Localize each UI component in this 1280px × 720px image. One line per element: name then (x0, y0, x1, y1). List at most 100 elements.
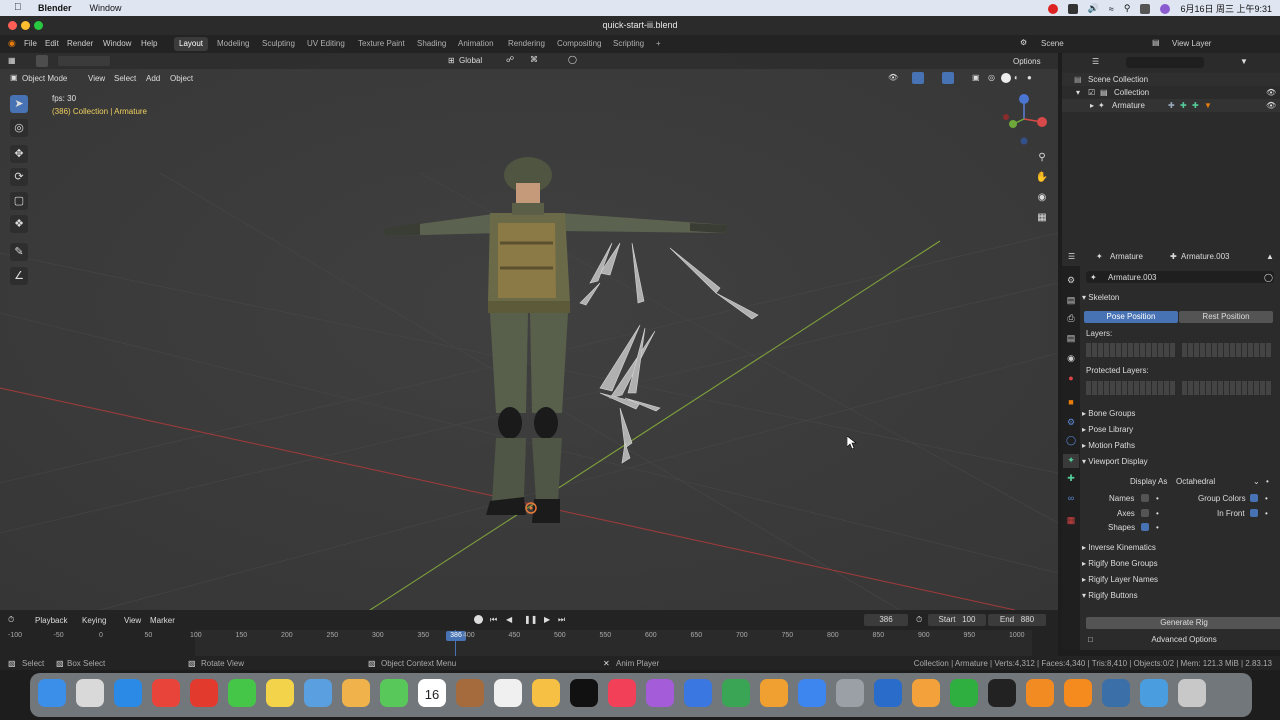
xray-toggle-icon[interactable]: ▣ (972, 73, 980, 82)
record-icon[interactable] (1047, 3, 1058, 14)
perspective-toggle-icon[interactable]: ▦ (1033, 209, 1051, 227)
bone-tab-icon[interactable]: ✚ (1065, 472, 1077, 484)
tab-compositing[interactable]: Compositing (552, 37, 606, 51)
current-frame-field[interactable]: 386 (864, 614, 908, 626)
dock-app-icon[interactable] (798, 679, 826, 707)
dock-app-icon[interactable] (646, 679, 674, 707)
dock-app-icon[interactable] (874, 679, 902, 707)
outliner-row-armature[interactable]: ▸ ✦ Armature ✚ ✚ ✚ ▼ 👁 (1062, 99, 1280, 112)
outliner-search-input[interactable] (1126, 57, 1204, 68)
shading-material-icon[interactable]: ◐ (1014, 73, 1019, 82)
apple-icon[interactable]:  (14, 2, 22, 13)
viewport-menu-select[interactable]: Select (114, 74, 136, 83)
control-center-icon[interactable] (1140, 3, 1151, 14)
dock-app-icon[interactable] (152, 679, 180, 707)
minimize-button[interactable] (21, 21, 30, 30)
menubar-window[interactable]: Window (90, 3, 122, 13)
scene-selector[interactable]: Scene (1041, 39, 1064, 48)
menubar-app-name[interactable]: Blender (38, 3, 72, 13)
search-icon[interactable]: ⚲ (1124, 3, 1131, 14)
dock-app-icon[interactable] (912, 679, 940, 707)
view-layer-icon[interactable]: ▤ (1152, 38, 1160, 47)
expand-arrow-icon[interactable]: ▾ (1076, 88, 1080, 97)
outliner-editor-icon[interactable]: ☰ (1092, 57, 1099, 66)
wifi-icon[interactable]: ≈ (1109, 4, 1114, 14)
pivot-icon[interactable]: ☍ (506, 55, 514, 64)
siri-icon[interactable] (1160, 3, 1171, 14)
dock-app-icon[interactable] (836, 679, 864, 707)
dock-app-icon[interactable] (608, 679, 636, 707)
expand-arrow-icon[interactable]: ▸ (1090, 101, 1094, 110)
timeline-menu-marker[interactable]: Marker (150, 616, 175, 625)
viewport-menu-add[interactable]: Add (146, 74, 160, 83)
names-checkbox[interactable] (1141, 494, 1149, 502)
properties-context-label[interactable]: Armature (1110, 252, 1143, 261)
menu-help[interactable]: Help (141, 39, 157, 48)
in-front-checkbox[interactable] (1250, 509, 1258, 517)
motion-paths-panel-header[interactable]: ▸ Motion Paths (1082, 438, 1278, 453)
pose-position-button[interactable]: Pose Position (1084, 311, 1178, 323)
jump-start-icon[interactable]: ⏮ (490, 615, 497, 625)
select-mode-icon[interactable] (36, 55, 48, 67)
pose-library-panel-header[interactable]: ▸ Pose Library (1082, 422, 1278, 437)
transform-orientation-icon[interactable]: ⊞ (448, 56, 455, 65)
texture-tab-icon[interactable]: ▦ (1065, 514, 1077, 526)
stopwatch-icon[interactable]: ⏱ (916, 615, 922, 625)
axes-checkbox[interactable] (1141, 509, 1149, 517)
properties-editor-icon[interactable]: ☰ (1068, 252, 1075, 261)
fake-user-shield-icon[interactable]: ◯ (1264, 273, 1273, 282)
overlay-toggle-icon[interactable] (942, 72, 954, 84)
jump-end-icon[interactable]: ⏭ (558, 615, 565, 625)
select-tool-icon[interactable]: ➤ (10, 95, 28, 113)
armature-name-field[interactable]: ✦ Armature.003 ◯ (1086, 271, 1274, 283)
menu-render[interactable]: Render (67, 39, 93, 48)
menu-window[interactable]: Window (103, 39, 131, 48)
dock-app-icon[interactable] (228, 679, 256, 707)
dock-app-icon[interactable] (1178, 679, 1206, 707)
add-workspace-button[interactable]: + (651, 37, 666, 51)
output-tab-icon[interactable]: ⎙ (1065, 312, 1077, 324)
transform-tool-icon[interactable]: ❖ (10, 215, 28, 233)
eye-icon[interactable]: 👁 (1266, 88, 1276, 97)
snap-icon[interactable]: ⌘ (530, 55, 538, 64)
dock-app-icon[interactable] (190, 679, 218, 707)
dock-app-icon[interactable] (760, 679, 788, 707)
dock-app-icon[interactable] (1102, 679, 1130, 707)
keyframe-prev-icon[interactable]: ◀ (506, 615, 512, 624)
pin-icon[interactable]: ▲ (1266, 252, 1274, 261)
dock-app-icon[interactable] (380, 679, 408, 707)
rest-position-button[interactable]: Rest Position (1179, 311, 1273, 323)
tab-scripting[interactable]: Scripting (608, 37, 649, 51)
transform-orientation-select[interactable]: Global (459, 56, 482, 65)
dock-app-icon[interactable] (570, 679, 598, 707)
input-source-icon[interactable] (1067, 3, 1078, 14)
zoom-button[interactable] (34, 21, 43, 30)
bone-groups-panel-header[interactable]: ▸ Bone Groups (1082, 406, 1278, 421)
physics-tab-icon[interactable]: ◯ (1065, 434, 1077, 446)
navigation-gizmo[interactable] (998, 89, 1054, 149)
view-layer-tab-icon[interactable]: ▤ (1065, 332, 1077, 344)
display-as-dropdown[interactable]: Octahedral (1172, 476, 1264, 488)
bone-constraint-tab-icon[interactable]: ∞ (1065, 492, 1077, 504)
dock-app-icon[interactable] (1026, 679, 1054, 707)
view-layer-selector[interactable]: View Layer (1172, 39, 1211, 48)
keyframe-next-icon[interactable]: ▶ (544, 615, 550, 624)
object-mode-select[interactable]: Object Mode (22, 74, 67, 83)
timeline-editor-icon[interactable]: ⏱ (8, 615, 14, 625)
close-button[interactable] (8, 21, 17, 30)
rigify-layer-names-panel-header[interactable]: ▸ Rigify Layer Names (1082, 572, 1278, 587)
scale-tool-icon[interactable]: ▢ (10, 192, 28, 210)
outliner-filter-icon[interactable]: ▼ (1240, 57, 1248, 66)
blender-logo-icon[interactable]: ◉ (8, 38, 16, 49)
object-mode-icon[interactable]: ▣ (10, 73, 18, 82)
pan-hand-icon[interactable]: ✋ (1033, 169, 1051, 187)
3d-viewport[interactable] (0, 53, 1058, 610)
menubar-clock[interactable]: 6月16日 周三 上午9:31 (1180, 2, 1272, 15)
gizmo-toggle-icon[interactable] (912, 72, 924, 84)
options-dropdown[interactable]: Options (1013, 57, 1041, 66)
menu-file[interactable]: File (24, 39, 37, 48)
tab-modeling[interactable]: Modeling (212, 37, 254, 51)
selection-mode-icons[interactable] (58, 56, 110, 66)
advanced-options-button[interactable]: Advanced Options (1098, 634, 1270, 646)
timeline-menu-playback[interactable]: Playback (35, 616, 67, 625)
